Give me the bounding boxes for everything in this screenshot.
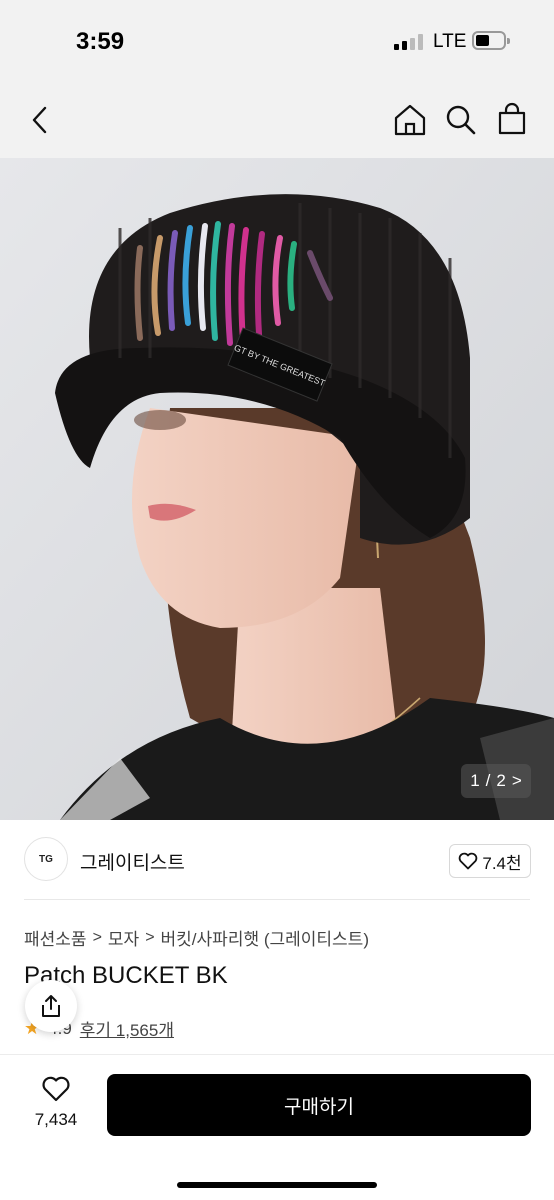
- reviews-link[interactable]: 후기 1,565개: [80, 1016, 174, 1041]
- brand-row: TG 그레이티스트 7.4천: [0, 820, 554, 900]
- brand-name[interactable]: 그레이티스트: [80, 848, 185, 875]
- gallery-current: 1: [470, 771, 480, 790]
- breadcrumb-separator: >: [92, 928, 102, 946]
- breadcrumb: 패션소품 > 모자 > 버킷/사파리햇 (그레이티스트): [24, 925, 369, 950]
- divider: [24, 899, 530, 900]
- shopping-bag-icon[interactable]: [497, 102, 527, 136]
- brand-logo[interactable]: TG: [24, 837, 68, 881]
- home-icon[interactable]: [393, 103, 427, 137]
- buy-button[interactable]: 구매하기: [107, 1074, 531, 1136]
- share-icon: [42, 995, 60, 1017]
- nav-bar: [0, 84, 554, 158]
- share-button[interactable]: [25, 980, 77, 1032]
- status-bar: 3:59 LTE: [0, 0, 554, 84]
- product-image[interactable]: GT BY THE GREATEST: [0, 158, 554, 820]
- breadcrumb-separator: >: [145, 928, 155, 946]
- bottom-action-bar: 7,434 구매하기: [0, 1054, 554, 1200]
- home-indicator: [177, 1182, 377, 1188]
- search-icon[interactable]: [445, 104, 477, 136]
- network-type: LTE: [433, 31, 467, 52]
- product-photo: GT BY THE GREATEST: [0, 158, 554, 820]
- breadcrumb-item[interactable]: 버킷/사파리햇 (그레이티스트): [161, 925, 369, 950]
- breadcrumb-item[interactable]: 모자: [108, 925, 139, 950]
- wishlist-count: 7,434: [34, 1110, 78, 1129]
- chevron-right-icon: >: [511, 771, 522, 790]
- wishlist-button[interactable]: 7,434: [26, 1075, 86, 1130]
- signal-icon: [394, 34, 424, 50]
- heart-icon: [42, 1076, 70, 1102]
- breadcrumb-item[interactable]: 패션소품: [24, 925, 87, 950]
- battery-icon: [472, 31, 510, 50]
- gallery-page-counter[interactable]: 1 / 2 >: [461, 764, 531, 798]
- gallery-separator: /: [485, 771, 491, 790]
- gallery-total: 2: [496, 771, 506, 790]
- back-icon[interactable]: [28, 105, 52, 135]
- brand-like-count: 7.4천: [482, 853, 522, 873]
- heart-icon: [459, 852, 478, 870]
- status-time: 3:59: [76, 28, 125, 55]
- brand-like-button[interactable]: 7.4천: [449, 844, 531, 878]
